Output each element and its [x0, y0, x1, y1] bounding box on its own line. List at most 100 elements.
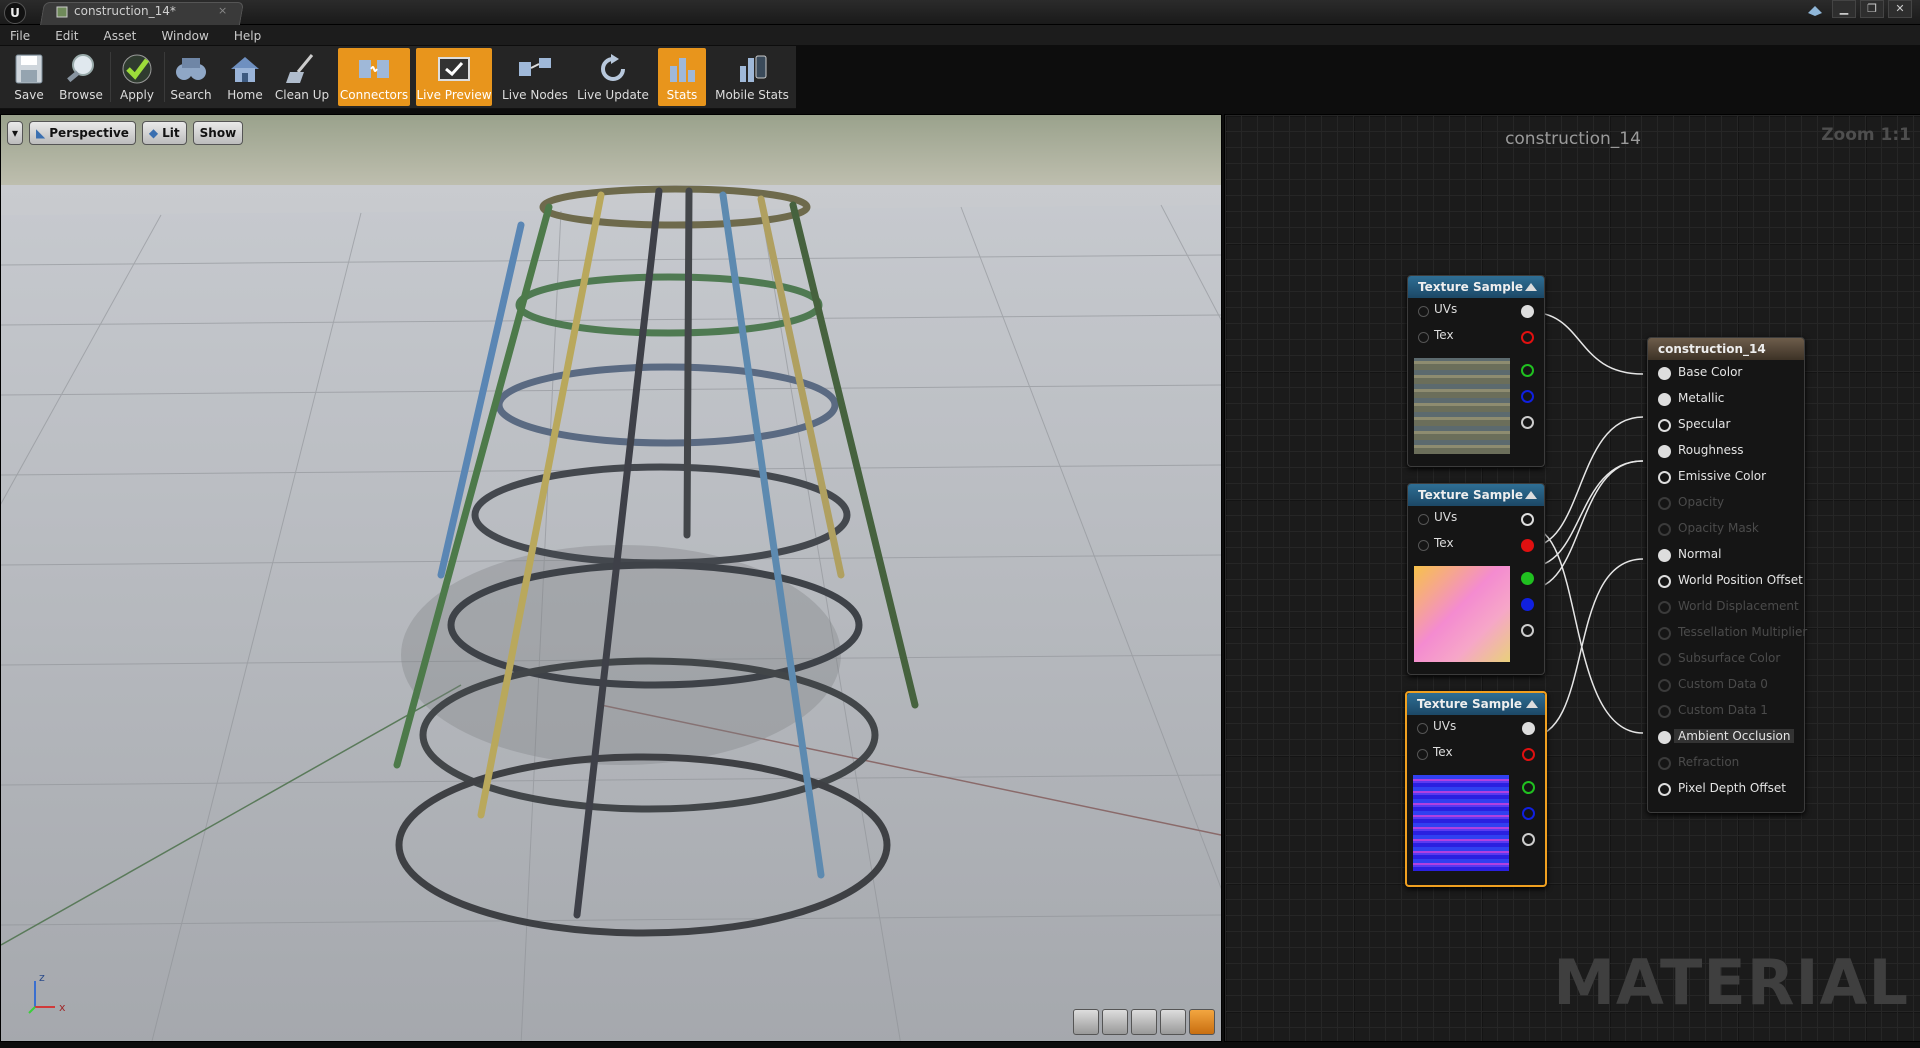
menu-asset[interactable]: Asset [94, 26, 147, 43]
preview-mesh-button[interactable] [1189, 1009, 1215, 1035]
input-world-position-offset[interactable]: World Position Offset [1648, 568, 1804, 594]
tex-input-pin[interactable] [1418, 332, 1429, 343]
input-opacity: Opacity [1648, 490, 1804, 516]
viewport-options-dropdown[interactable]: ▾ [7, 121, 24, 145]
menu-edit[interactable]: Edit [45, 26, 88, 43]
b-output-pin[interactable] [1521, 598, 1534, 611]
texture-thumbnail [1414, 566, 1510, 662]
texture-sample-node-3[interactable]: Texture Sample UVs Tex [1405, 691, 1547, 887]
live-preview-button[interactable]: Live Preview [416, 48, 492, 106]
input-base-color[interactable]: Base Color [1648, 360, 1804, 386]
live-update-button[interactable]: Live Update [576, 48, 650, 106]
refresh-icon [601, 54, 625, 81]
lit-cube-icon: ◆ [148, 126, 159, 140]
r-output-pin[interactable] [1521, 539, 1534, 552]
tab-close-icon[interactable]: × [218, 4, 227, 17]
minimize-button[interactable]: ▁ [1832, 0, 1856, 18]
rgb-output-pin[interactable] [1521, 513, 1534, 526]
mobile-stats-icon [740, 55, 767, 82]
collapse-triangle-icon[interactable] [1525, 491, 1537, 499]
menu-window[interactable]: Window [151, 26, 218, 43]
menu-bar: File Edit Asset Window Help [0, 25, 1920, 45]
input-ambient-occlusion[interactable]: Ambient Occlusion [1648, 724, 1804, 750]
input-pixel-depth-offset[interactable]: Pixel Depth Offset [1648, 776, 1804, 802]
rgb-output-pin[interactable] [1522, 722, 1535, 735]
svg-text:x: x [59, 1001, 66, 1014]
perspective-icon: ◣ [36, 126, 46, 140]
live-nodes-icon [519, 58, 551, 76]
show-button[interactable]: Show [192, 121, 244, 145]
connectors-icon [359, 60, 389, 78]
g-output-pin[interactable] [1522, 781, 1535, 794]
input-specular[interactable]: Specular [1648, 412, 1804, 438]
perspective-button[interactable]: ◣ Perspective [29, 121, 136, 145]
title-bar: U construction_14* × ▁ ❐ ✕ [0, 0, 1920, 25]
input-roughness[interactable]: Roughness [1648, 438, 1804, 464]
collapse-triangle-icon[interactable] [1525, 283, 1537, 291]
rgb-output-pin[interactable] [1521, 305, 1534, 318]
texture-sample-node-2[interactable]: Texture Sample UVs Tex [1407, 483, 1545, 675]
live-nodes-button[interactable]: Live Nodes [500, 48, 570, 106]
uvs-input-pin[interactable] [1418, 306, 1429, 317]
a-output-pin[interactable] [1521, 416, 1534, 429]
lit-button[interactable]: ◆ Lit [141, 121, 187, 145]
material-asset-icon [56, 6, 68, 18]
chevron-down-icon: ▾ [12, 126, 19, 140]
node-wires [1528, 311, 1644, 738]
a-output-pin[interactable] [1521, 624, 1534, 637]
input-tessellation-multiplier: Tessellation Multiplier [1648, 620, 1807, 646]
node-header[interactable]: Texture Sample [1408, 484, 1544, 506]
preview-cube-button[interactable] [1160, 1009, 1186, 1035]
collapse-triangle-icon[interactable] [1526, 700, 1538, 708]
tex-input-pin[interactable] [1418, 540, 1429, 551]
home-button[interactable]: Home [222, 48, 268, 106]
preview-viewport[interactable]: ▾ ◣ Perspective ◆ Lit Show z x [0, 114, 1222, 1042]
search-button[interactable]: Search [168, 48, 214, 106]
node-header[interactable]: Texture Sample [1408, 276, 1544, 298]
texture-thumbnail [1413, 775, 1509, 871]
b-output-pin[interactable] [1522, 807, 1535, 820]
restore-button[interactable]: ❐ [1860, 0, 1884, 18]
b-output-pin[interactable] [1521, 390, 1534, 403]
preview-plane-button[interactable] [1131, 1009, 1157, 1035]
axis-gizmo: z x [28, 971, 66, 1014]
uvs-input-pin[interactable] [1418, 514, 1429, 525]
input-normal[interactable]: Normal [1648, 542, 1804, 568]
save-button[interactable]: Save [4, 48, 54, 106]
browse-button[interactable]: Browse [56, 48, 106, 106]
r-output-pin[interactable] [1521, 331, 1534, 344]
uvs-input-pin[interactable] [1417, 723, 1428, 734]
input-emissive-color[interactable]: Emissive Color [1648, 464, 1804, 490]
save-icon [15, 54, 43, 84]
input-custom-data-1: Custom Data 1 [1648, 698, 1804, 724]
document-tab-title: construction_14* [74, 4, 176, 18]
mobile-stats-button[interactable]: Mobile Stats [712, 48, 792, 106]
tex-input-pin[interactable] [1417, 749, 1428, 760]
g-output-pin[interactable] [1521, 572, 1534, 585]
close-window-button[interactable]: ✕ [1888, 0, 1912, 18]
material-graph[interactable]: construction_14 Zoom 1:1 MATERIAL Textur… [1224, 114, 1920, 1042]
notification-icon[interactable] [1806, 3, 1824, 19]
connectors-button[interactable]: Connectors [338, 48, 410, 106]
menu-file[interactable]: File [0, 26, 40, 43]
node-header[interactable]: Texture Sample [1407, 693, 1545, 715]
checkmark-icon [122, 54, 152, 84]
clean-up-button[interactable]: Clean Up [274, 48, 330, 106]
input-custom-data-0: Custom Data 0 [1648, 672, 1804, 698]
svg-text:z: z [39, 971, 45, 984]
preview-cylinder-button[interactable] [1073, 1009, 1099, 1035]
texture-thumbnail [1414, 358, 1510, 454]
stats-button[interactable]: Stats [658, 48, 706, 106]
g-output-pin[interactable] [1521, 364, 1534, 377]
a-output-pin[interactable] [1522, 833, 1535, 846]
preview-sphere-button[interactable] [1102, 1009, 1128, 1035]
result-node-header[interactable]: construction_14 [1648, 338, 1804, 360]
apply-button[interactable]: Apply [114, 48, 160, 106]
material-result-node[interactable]: construction_14 Base Color Metallic Spec… [1647, 337, 1807, 813]
r-output-pin[interactable] [1522, 748, 1535, 761]
texture-sample-node-1[interactable]: Texture Sample UVs Tex [1407, 275, 1545, 467]
menu-help[interactable]: Help [224, 26, 271, 43]
input-refraction: Refraction [1648, 750, 1804, 776]
unreal-logo-icon[interactable]: U [4, 2, 26, 24]
input-metallic[interactable]: Metallic [1648, 386, 1804, 412]
